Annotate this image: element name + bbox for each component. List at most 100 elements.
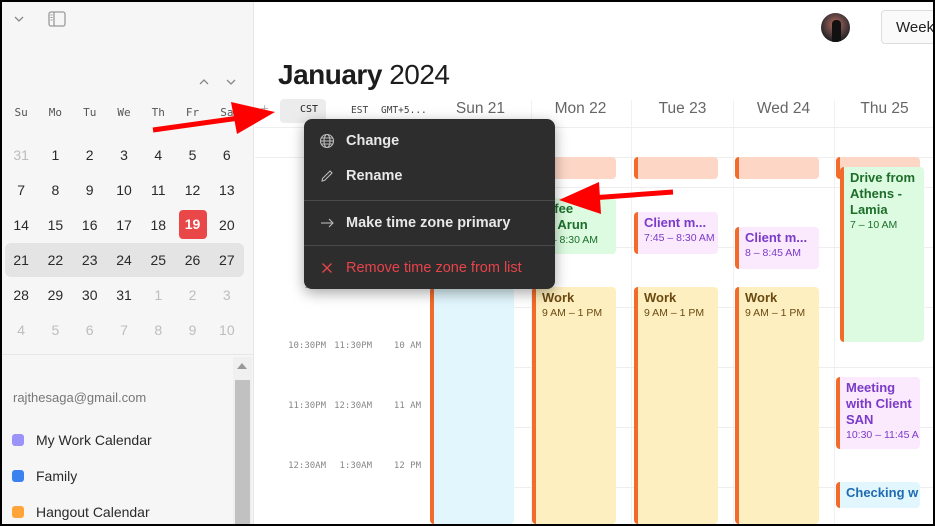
mini-calendar-day[interactable]: 3 [107, 147, 141, 163]
mini-calendar-day[interactable]: 28 [4, 287, 38, 303]
add-timezone-button[interactable]: + [260, 102, 269, 115]
day-header[interactable]: Tue 23 [632, 100, 733, 128]
calendar-event[interactable]: Client m... 7:45 – 8:30 AM [634, 212, 718, 254]
mini-calendar-day[interactable]: 2 [73, 147, 107, 163]
day-number: 29 [47, 286, 64, 303]
mini-calendar-today[interactable]: 19 [175, 210, 209, 239]
day-number: 4 [17, 321, 26, 338]
sidebar-toggle-icon[interactable] [48, 11, 66, 27]
day-number: 24 [116, 251, 132, 268]
calendar-event[interactable]: Client m... 8 – 8:45 AM [735, 227, 819, 269]
timezone-gmt-tab[interactable]: GMT+5... [381, 105, 427, 116]
calendar-list-item[interactable]: Family [12, 458, 152, 494]
mini-calendar-day[interactable]: 20 [210, 217, 244, 233]
mini-calendar-day[interactable]: 9 [175, 322, 209, 338]
sidebar-scrollbar[interactable] [233, 357, 252, 524]
mini-calendar-day[interactable]: 4 [141, 147, 175, 163]
mini-calendar-day[interactable]: 2 [175, 287, 209, 303]
mini-calendar-day[interactable]: 1 [141, 287, 175, 303]
mini-calendar-day[interactable]: 9 [73, 182, 107, 198]
event-time: 8 – 8:45 AM [745, 247, 802, 259]
mini-calendar-day[interactable]: 10 [107, 182, 141, 198]
avatar[interactable] [821, 13, 850, 42]
calendar-event[interactable]: Work 9 AM – 1 PM [532, 287, 616, 524]
mini-calendar-day[interactable]: 6 [210, 147, 244, 163]
mini-calendar-day[interactable]: 31 [4, 147, 38, 163]
mini-calendar-day[interactable]: 7 [4, 182, 38, 198]
day-header[interactable]: Wed 24 [733, 100, 834, 128]
calendar-color-swatch[interactable] [12, 506, 24, 518]
mini-calendar-week[interactable]: 7 8 9 10 11 12 13 [4, 172, 244, 207]
calendar-list-item[interactable]: My Work Calendar [12, 422, 152, 458]
mini-calendar-day[interactable]: 8 [141, 322, 175, 338]
day-header[interactable]: Thu 25 [834, 100, 933, 128]
mini-calendar-day[interactable]: 15 [38, 217, 72, 233]
day-number: 7 [120, 321, 128, 338]
mini-calendar-week[interactable]: 31 1 2 3 4 5 6 [4, 137, 244, 172]
menu-item-make-primary[interactable]: Make time zone primary [304, 208, 555, 238]
calendar-event[interactable] [634, 157, 718, 179]
menu-item-change[interactable]: Change [304, 126, 555, 156]
sidebar-divider [2, 354, 254, 355]
mini-calendar-day[interactable]: 16 [73, 217, 107, 233]
mini-calendar-week[interactable]: 14 15 16 17 18 19 20 [4, 207, 244, 242]
mini-calendar-week[interactable]: 28 29 30 31 1 2 3 [4, 277, 244, 312]
mini-calendar-day[interactable]: 6 [73, 322, 107, 338]
mini-calendar-day[interactable]: 8 [38, 182, 72, 198]
mini-calendar-day[interactable]: 23 [73, 252, 107, 268]
mini-calendar-day[interactable]: 21 [4, 252, 38, 268]
mini-calendar-day[interactable]: 31 [107, 287, 141, 303]
calendar-event[interactable] [430, 287, 514, 524]
mini-calendar-day[interactable]: 24 [107, 252, 141, 268]
calendar-list-item[interactable]: Hangout Calendar [12, 494, 152, 524]
mini-calendar-day[interactable]: 11 [141, 182, 175, 198]
mini-calendar-day[interactable]: 30 [73, 287, 107, 303]
scroll-up-arrow-icon[interactable] [237, 363, 247, 369]
calendar-event[interactable]: Work 9 AM – 1 PM [634, 287, 718, 524]
chevron-down-icon[interactable] [12, 12, 26, 26]
day-number: 8 [51, 181, 60, 198]
next-month-button[interactable] [224, 76, 238, 88]
weekday-label: Mo [48, 106, 63, 119]
mini-calendar-day[interactable]: 5 [38, 322, 72, 338]
calendar-event[interactable]: Drive from Athens - Lamia 7 – 10 AM [840, 167, 924, 342]
mini-calendar-day[interactable]: 22 [38, 252, 72, 268]
mini-calendar-day[interactable]: 3 [210, 287, 244, 303]
mini-calendar-week[interactable]: 4 5 6 7 8 9 10 [4, 312, 244, 347]
scrollbar-thumb[interactable] [235, 380, 250, 524]
day-number: 20 [219, 216, 235, 233]
menu-item-remove-timezone[interactable]: Remove time zone from list [304, 253, 555, 283]
mini-calendar-day[interactable]: 17 [107, 217, 141, 233]
timezone-est-tab[interactable]: EST [351, 105, 368, 116]
mini-calendar-day[interactable]: 4 [4, 322, 38, 338]
calendar-event[interactable]: Work 9 AM – 1 PM [735, 287, 819, 524]
mini-calendar-day[interactable]: 27 [210, 252, 244, 268]
mini-calendar-day[interactable]: 12 [175, 182, 209, 198]
timezone-context-menu: Change Rename Make time zone primary Rem… [304, 119, 555, 289]
day-number: 2 [85, 146, 94, 163]
mini-calendar-day[interactable]: 18 [141, 217, 175, 233]
mini-calendar-day[interactable]: 5 [175, 147, 209, 163]
mini-calendar-day[interactable]: 1 [38, 147, 72, 163]
calendar-color-swatch[interactable] [12, 470, 24, 482]
mini-calendar-day[interactable]: 7 [107, 322, 141, 338]
day-number: 18 [150, 216, 167, 233]
calendar-color-swatch[interactable] [12, 434, 24, 446]
event-title: Client m... [745, 230, 808, 245]
mini-calendar-day[interactable]: 10 [210, 322, 244, 338]
calendar-event[interactable]: Checking w [836, 482, 920, 508]
previous-month-button[interactable] [197, 76, 211, 88]
view-selector-button[interactable]: Week [881, 10, 933, 44]
mini-calendar-day[interactable]: 13 [210, 182, 244, 198]
day-number: 12 [184, 181, 201, 198]
mini-calendar-day[interactable]: 25 [141, 252, 175, 268]
time-label-local: 11 AM [393, 401, 421, 411]
calendar-event[interactable]: Meeting with Client SAN 10:30 – 11:45 A [836, 377, 920, 449]
day-number: 17 [116, 216, 132, 233]
mini-calendar-week-selected[interactable]: 21 22 23 24 25 26 27 [4, 242, 244, 277]
menu-item-rename[interactable]: Rename [304, 161, 555, 191]
mini-calendar-day[interactable]: 26 [175, 252, 209, 268]
mini-calendar-day[interactable]: 14 [4, 217, 38, 233]
calendar-event[interactable] [735, 157, 819, 179]
mini-calendar-day[interactable]: 29 [38, 287, 72, 303]
